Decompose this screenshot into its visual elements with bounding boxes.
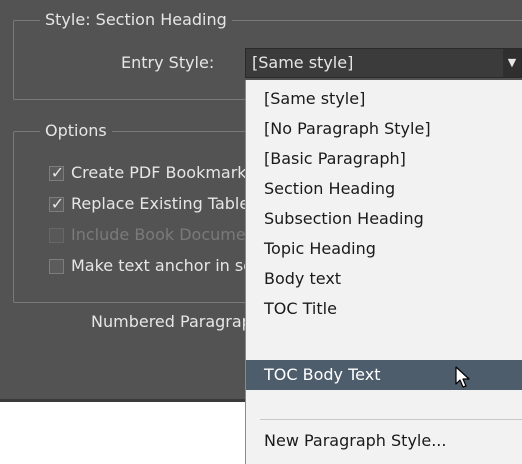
menu-item-new-paragraph-style[interactable]: New Paragraph Style... (246, 426, 522, 456)
include-book-documents-label: Include Book Documents (71, 225, 271, 244)
make-text-anchor-checkbox[interactable] (49, 259, 64, 274)
menu-separator (260, 419, 522, 420)
menu-item-basic-paragraph[interactable]: [Basic Paragraph] (246, 144, 522, 174)
menu-item-same-style[interactable]: [Same style] (246, 84, 522, 114)
menu-item-topic-heading[interactable]: Topic Heading (246, 234, 522, 264)
checkmark-icon: ✓ (50, 194, 65, 213)
entry-style-label: Entry Style: (121, 53, 215, 72)
checkmark-icon: ✓ (50, 163, 65, 182)
menu-item-subsection-heading[interactable]: Subsection Heading (246, 204, 522, 234)
menu-item-toc-body-text[interactable]: TOC Body Text (246, 360, 522, 390)
include-book-documents-checkbox (49, 228, 64, 243)
entry-style-dropdown-menu: [Same style] [No Paragraph Style] [Basic… (245, 80, 522, 464)
menu-item-toc-body-text-label: TOC Body Text (264, 365, 381, 384)
style-group-legend: Style: Section Heading (40, 10, 232, 30)
menu-item-section-heading[interactable]: Section Heading (246, 174, 522, 204)
menu-item-body-text[interactable]: Body text (246, 264, 522, 294)
entry-style-value: [Same style] (252, 53, 354, 72)
options-group-legend: Options (40, 121, 112, 141)
chevron-down-icon[interactable]: ▼ (503, 49, 521, 77)
replace-existing-toc-checkbox[interactable]: ✓ (49, 194, 64, 213)
create-pdf-bookmarks-checkbox[interactable]: ✓ (49, 163, 64, 182)
entry-style-select[interactable]: [Same style] ▼ (245, 48, 522, 78)
menu-item-toc-title[interactable]: TOC Title (246, 294, 522, 324)
create-pdf-bookmarks-label[interactable]: Create PDF Bookmarks (71, 163, 255, 183)
mouse-pointer-icon (455, 366, 470, 388)
menu-item-no-paragraph-style[interactable]: [No Paragraph Style] (246, 114, 522, 144)
